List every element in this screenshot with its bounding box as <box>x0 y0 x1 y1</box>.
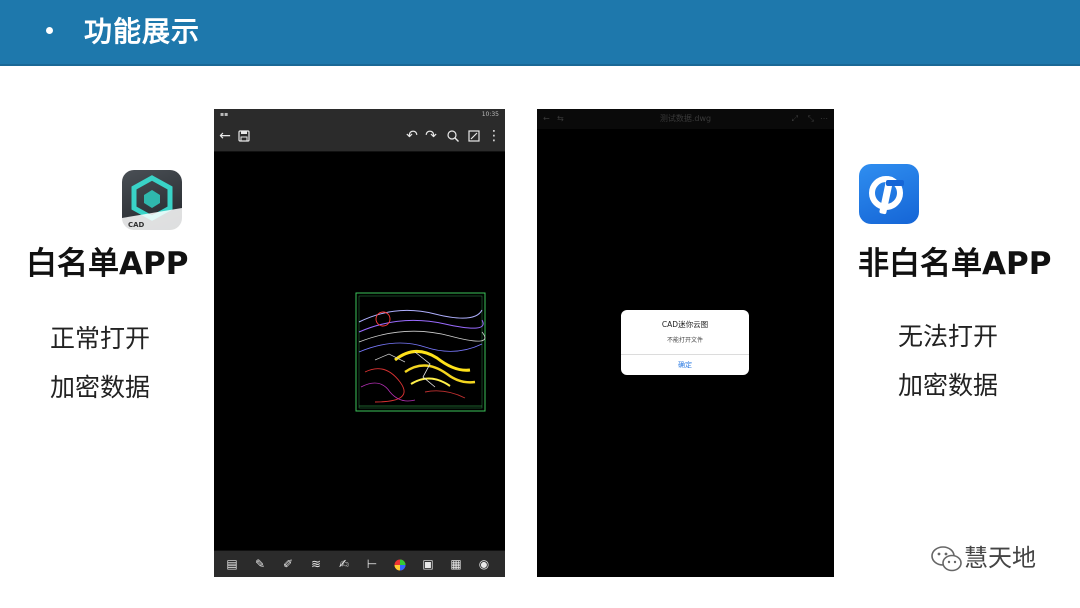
save-icon[interactable] <box>235 121 253 151</box>
more-vert-icon[interactable]: ⋮ <box>485 121 503 151</box>
back-arrow-icon[interactable]: ← <box>216 121 234 151</box>
wechat-icon <box>931 546 962 572</box>
viewer-toolbar: ← ↶ ↷ ⋮ <box>214 121 505 152</box>
fullscreen-icon[interactable] <box>465 121 483 151</box>
eye-icon[interactable]: ◉ <box>474 551 494 577</box>
redo-icon[interactable]: ↷ <box>422 121 440 151</box>
more-icon[interactable]: ⋯ <box>820 109 828 129</box>
expand-icon[interactable]: ⤢ <box>792 109 798 129</box>
comment-icon[interactable]: ▤ <box>222 551 242 577</box>
blue-ip-app-icon <box>859 164 919 224</box>
grid-icon[interactable]: ▦ <box>446 551 466 577</box>
status-time: 10:35 <box>481 111 499 118</box>
file-title: 测试数据.dwg <box>659 114 712 123</box>
status-bar: ▪▪ 10:35 <box>214 109 505 121</box>
right-status-line-2: 加密数据 <box>898 371 999 400</box>
toolbox-icon[interactable]: ▣ <box>418 551 438 577</box>
non-whitelist-app-screenshot: ← ⇆ 测试数据.dwg ⤢ ⤡ ⋯ CAD迷你云图 不能打开文件 确定 <box>537 109 834 577</box>
bullet-icon <box>46 27 53 34</box>
right-status-line-1: 无法打开 <box>898 322 999 351</box>
edit-icon[interactable]: ✐ <box>278 551 298 577</box>
error-dialog: CAD迷你云图 不能打开文件 确定 <box>621 310 749 375</box>
measure-icon[interactable]: ⊢ <box>362 551 382 577</box>
left-status-line-2: 加密数据 <box>50 373 151 402</box>
color-wheel-icon[interactable] <box>390 551 410 577</box>
viewer-bottom-toolbar: ▤ ✎ ✐ ≋ ✍ ⊢ ▣ ▦ ◉ <box>214 550 505 577</box>
svg-text:CAD: CAD <box>128 221 145 229</box>
watermark-text: 慧天地 <box>964 544 1036 572</box>
cad-drawing-canvas[interactable] <box>355 292 486 414</box>
dialog-title: CAD迷你云图 <box>661 320 709 329</box>
left-status-line-1: 正常打开 <box>50 324 151 353</box>
dim-toolbar: ← ⇆ 测试数据.dwg ⤢ ⤡ ⋯ <box>537 109 834 129</box>
whitelist-app-screenshot: ▪▪ 10:35 ← ↶ ↷ ⋮ ▤ ✎ ✐ ≋ ✍ ⊢ ▣ ▦ ◉ <box>214 109 505 577</box>
dialog-message: 不能打开文件 <box>666 337 703 344</box>
slide-header: 功能展示 <box>0 0 1080 66</box>
zoom-icon[interactable] <box>444 121 462 151</box>
cad-viewer-app-icon: CAD <box>122 170 182 230</box>
undo-icon[interactable]: ↶ <box>403 121 421 151</box>
markup-icon[interactable]: ✎ <box>250 551 270 577</box>
layers-icon[interactable]: ≋ <box>306 551 326 577</box>
fullscreen-icon[interactable]: ⤡ <box>808 109 814 129</box>
slide-title: 功能展示 <box>84 15 201 48</box>
dialog-confirm-button[interactable]: 确定 <box>621 355 749 375</box>
sign-icon[interactable]: ✍ <box>334 551 354 577</box>
whitelist-app-label: 白名单APP <box>26 246 189 282</box>
signal-icon: ▪▪ <box>220 111 229 118</box>
non-whitelist-app-label: 非白名单APP <box>858 246 1052 282</box>
